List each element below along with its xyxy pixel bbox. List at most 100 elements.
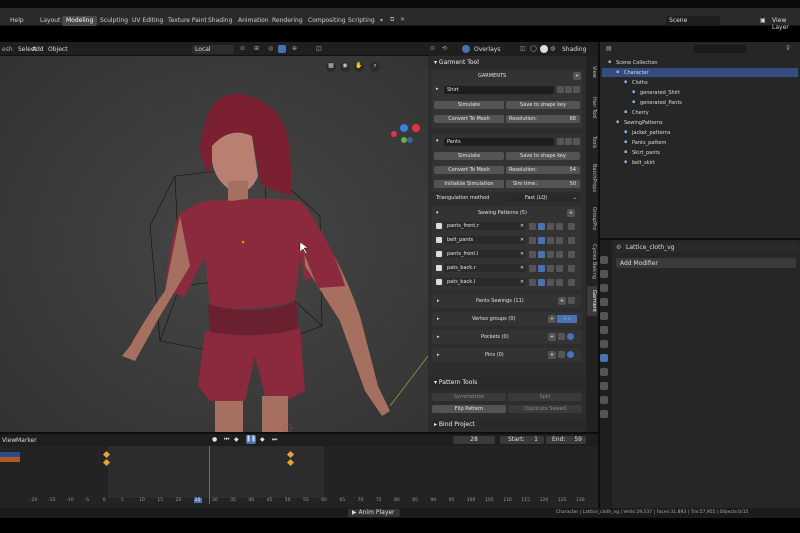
record-icon[interactable]: ● [212, 436, 217, 443]
jump-end-icon[interactable]: ⏭ [272, 436, 277, 444]
pattern-copy-icon[interactable] [556, 265, 563, 272]
sewings-expand-icon[interactable]: ▸ [437, 298, 440, 304]
toggle-icon[interactable] [278, 45, 286, 53]
outliner-item[interactable]: ▪ generated_Shirt [602, 88, 798, 97]
pattern-row[interactable]: pats_back.l ✕ [436, 278, 578, 287]
pattern-grid-icon[interactable] [529, 237, 536, 244]
pattern-link-icon[interactable] [547, 237, 554, 244]
visibility-icon[interactable]: ⊙ [430, 45, 435, 52]
jump-start-icon[interactable]: ⏮ [224, 436, 229, 444]
outliner-item[interactable]: ▪ SewingPatterns [602, 118, 798, 127]
output-icon[interactable] [600, 284, 608, 292]
workspace-tab-modeling[interactable]: Modeling [62, 16, 98, 26]
hand-icon[interactable]: ✋ [354, 62, 364, 72]
scene-selector[interactable]: Scene [666, 16, 720, 26]
pocket-link-icon[interactable] [558, 333, 565, 340]
shirt-resolution-field[interactable]: Resolution: 68 [506, 115, 580, 123]
particles-icon[interactable] [600, 368, 608, 376]
pattern-remove-icon[interactable] [568, 251, 575, 258]
outliner-item[interactable]: ▪ Skirt_pants [602, 148, 798, 157]
pattern-copy-icon[interactable] [556, 223, 563, 230]
sim-time-field[interactable]: Sim time: 50 [506, 180, 580, 188]
pattern-checkbox[interactable] [436, 237, 442, 243]
vertex-expand-icon[interactable]: ▸ [437, 316, 440, 322]
constraints-icon[interactable] [600, 396, 608, 404]
shirt-save-shape-key-button[interactable]: Save to shape key [506, 101, 580, 109]
pattern-copy-icon[interactable] [556, 279, 563, 286]
pattern-copy-icon[interactable] [556, 237, 563, 244]
zoom-icon[interactable]: ⌕ [370, 62, 380, 72]
tool-icon[interactable] [600, 256, 608, 264]
view-layer-icon[interactable] [600, 298, 608, 306]
pattern-link-icon[interactable] [547, 251, 554, 258]
pins-expand-icon[interactable]: ▸ [437, 352, 440, 358]
tab-cycles-baking[interactable]: Cycles Baking [587, 238, 597, 284]
camera-icon[interactable]: ◉ [340, 62, 350, 72]
outliner-search-input[interactable] [694, 45, 746, 53]
pattern-grid-icon[interactable] [529, 251, 536, 258]
workspace-tab-layout[interactable]: Layout [36, 16, 64, 26]
pattern-name-field[interactable]: pats_back.l [444, 278, 526, 286]
workspace-tab-shading[interactable]: Shading [204, 16, 236, 26]
pause-icon[interactable]: ❚❚ [246, 435, 256, 444]
tab-garment[interactable]: Garment [587, 286, 597, 316]
outliner-item[interactable]: ▪ Cloths [602, 78, 798, 87]
overlays-label[interactable]: Overlays [474, 46, 500, 53]
scene-icon[interactable]: ▾ [380, 17, 383, 24]
pattern-name-field[interactable]: belt_pants [444, 236, 526, 244]
outliner-item[interactable]: ▪ Character [602, 68, 798, 77]
pattern-select-icon[interactable] [538, 237, 545, 244]
pants-name-field[interactable]: Pants [444, 138, 554, 146]
pattern-checkbox[interactable] [436, 265, 442, 271]
pattern-select-icon[interactable] [538, 251, 545, 258]
add-pin-button[interactable]: + [548, 351, 556, 359]
tab-grouppro[interactable]: GroupPro [587, 202, 597, 236]
wireframe-icon[interactable]: ◯ [530, 45, 537, 52]
symmetrize-button[interactable]: Symmetrize [432, 393, 506, 401]
outliner-display-icon[interactable]: ▤ [606, 45, 612, 52]
pattern-remove-icon[interactable] [568, 265, 575, 272]
gizmo-toggle-icon[interactable]: ⟲ [442, 45, 447, 52]
perspective-icon[interactable]: ▦ [326, 62, 336, 72]
add-modifier-button[interactable]: Add Modifier [616, 258, 796, 268]
shirt-expand-icon[interactable]: ▸ [436, 86, 439, 92]
pattern-remove-icon[interactable] [568, 279, 575, 286]
pants-convert-button[interactable]: Convert To Mesh [434, 166, 504, 174]
pattern-row[interactable]: pants_front.r ✕ [436, 222, 578, 231]
start-frame-field[interactable]: Start: 1 [500, 436, 544, 444]
outliner-item[interactable]: ▪ jacket_patterns [602, 128, 798, 137]
end-frame-field[interactable]: End: 59 [546, 436, 586, 444]
material-icon[interactable]: ◍ [550, 45, 555, 52]
modifier-icon[interactable] [600, 354, 608, 362]
settings-icon[interactable]: ⊕ [292, 45, 297, 52]
render-icon[interactable] [600, 270, 608, 278]
garment-tool-header[interactable]: ▾ Garment Tool [428, 57, 586, 68]
tab-hair-tool[interactable]: Hair Tool [587, 88, 597, 128]
flip-pattern-button[interactable]: Flip Pattern [432, 405, 506, 413]
pattern-link-icon[interactable] [547, 265, 554, 272]
bind-project-header[interactable]: ▸ Bind Project [428, 419, 586, 430]
data-icon[interactable] [600, 410, 608, 418]
close-icon[interactable]: ✕ [520, 223, 524, 229]
pants-link-icon[interactable] [565, 138, 572, 145]
shading-label[interactable]: Shading [562, 46, 586, 53]
proportional-icon[interactable]: ◎ [268, 45, 273, 52]
pattern-copy-icon[interactable] [556, 251, 563, 258]
menu-help[interactable]: Help [10, 17, 24, 24]
close-icon[interactable]: ✕ [520, 279, 524, 285]
filter-icon[interactable]: ⊽ [786, 45, 790, 52]
add-pocket-button[interactable]: + [548, 333, 556, 341]
shirt-name-field[interactable]: Shirt [444, 86, 554, 94]
pattern-grid-icon[interactable] [529, 279, 536, 286]
outliner-item[interactable]: ▪ Pants_pattern [602, 138, 798, 147]
triangulation-select[interactable]: Fast (LQ) ⌄ [506, 194, 580, 202]
pants-resolution-field[interactable]: Resolution: 54 [506, 166, 580, 174]
patterns-expand-icon[interactable]: ▾ [436, 210, 439, 216]
pattern-row[interactable]: pants_front.l ✕ [436, 250, 578, 259]
snap-icon[interactable]: ⊞ [254, 45, 259, 52]
add-garment-button[interactable]: + [573, 72, 581, 80]
xray-icon[interactable]: ◫ [520, 45, 526, 52]
pattern-grid-icon[interactable] [529, 265, 536, 272]
menu-add[interactable]: Add [32, 46, 44, 53]
overlays-icon[interactable] [462, 45, 470, 53]
